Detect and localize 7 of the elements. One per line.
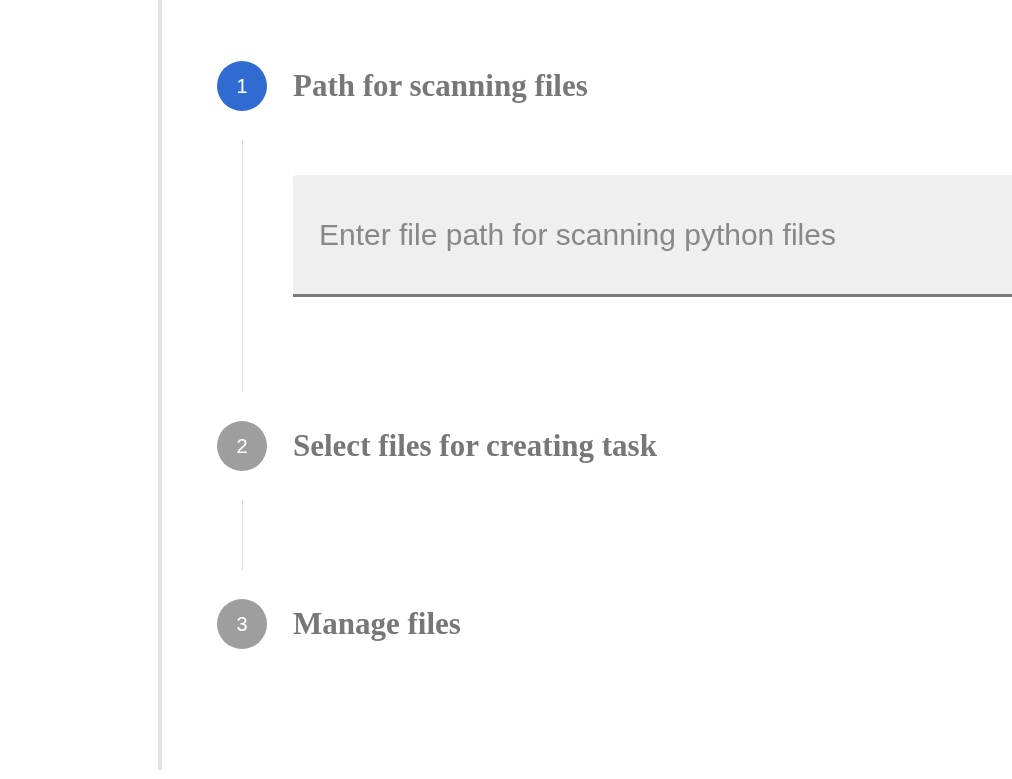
step-number: 2 xyxy=(217,421,267,471)
file-path-field[interactable]: Enter file path for scanning python files xyxy=(293,175,1012,297)
step-title[interactable]: Select files for creating task xyxy=(293,428,657,464)
step-title[interactable]: Path for scanning files xyxy=(293,68,588,104)
step-number: 3 xyxy=(217,599,267,649)
step-title[interactable]: Manage files xyxy=(293,606,461,642)
step-number: 1 xyxy=(217,61,267,111)
